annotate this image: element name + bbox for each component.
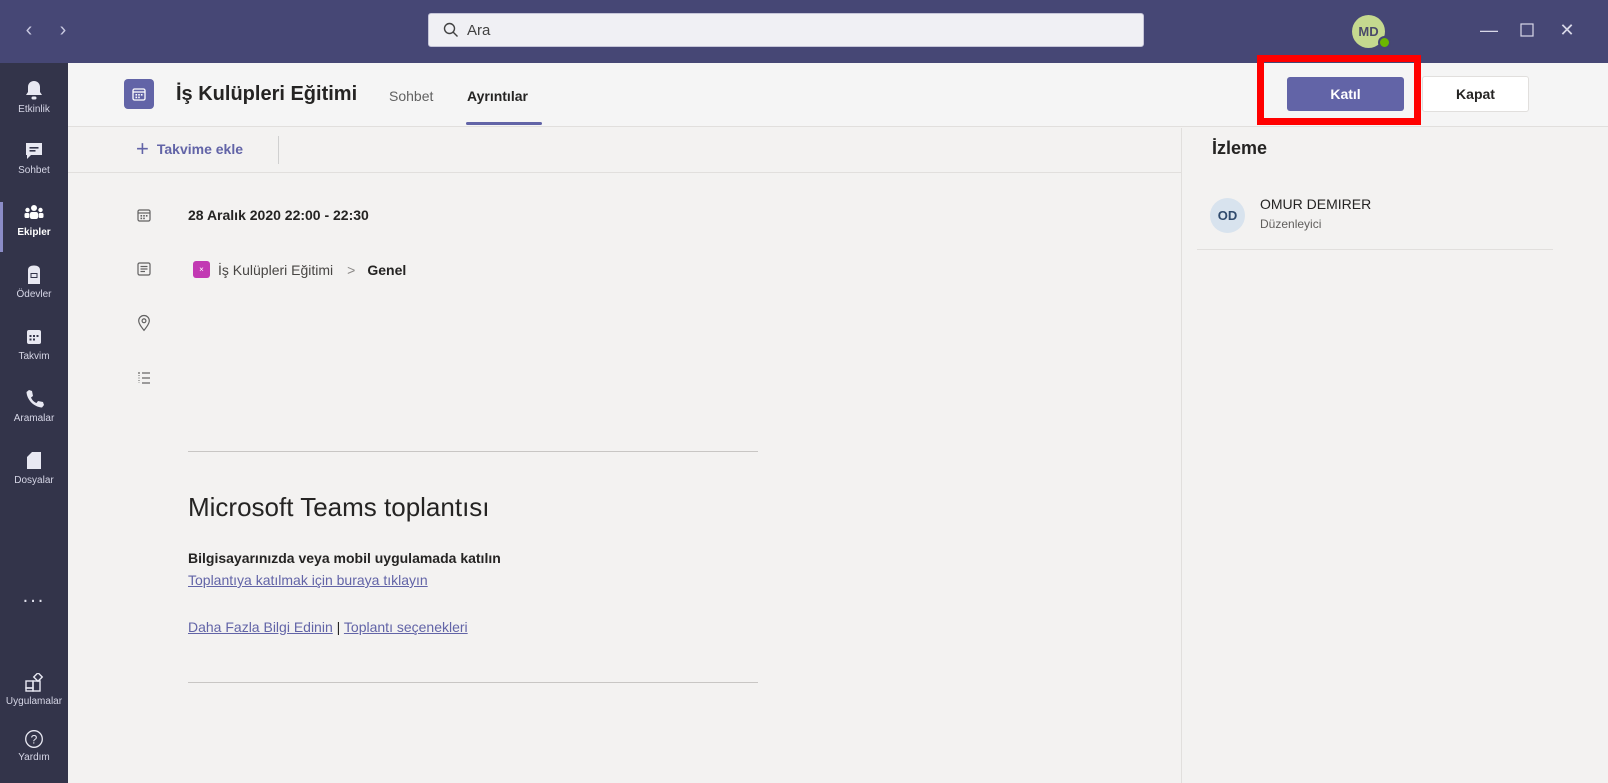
search-placeholder: Ara xyxy=(467,21,491,39)
rail-item-help[interactable]: ? Yardım xyxy=(0,721,68,783)
tab-details[interactable]: Ayrıntılar xyxy=(467,88,528,104)
details-toolbar: + Takvime ekle xyxy=(68,128,1181,173)
rail-item-apps[interactable]: Uygulamalar xyxy=(0,665,68,727)
close-window-icon[interactable]: ✕ xyxy=(1552,16,1582,44)
rail-item-teams[interactable]: Ekipler xyxy=(0,194,68,256)
help-icon: ? xyxy=(25,730,43,748)
more-apps-icon[interactable]: ... xyxy=(0,585,68,608)
rail-item-chat[interactable]: Sohbet xyxy=(0,132,68,194)
active-tab-indicator xyxy=(466,122,542,125)
meeting-options-link[interactable]: Toplantı seçenekleri xyxy=(344,619,468,635)
apps-icon xyxy=(25,673,44,692)
search-icon xyxy=(443,22,458,37)
file-icon xyxy=(27,452,41,469)
meeting-title: İş Kulüpleri Eğitimi xyxy=(176,83,358,105)
back-arrow-icon[interactable]: ‹ xyxy=(22,18,36,42)
rail-label: Dosyalar xyxy=(14,475,54,486)
app-rail: Etkinlik Sohbet Ekipler Ödevler Takvim A… xyxy=(0,63,68,783)
description-divider-bottom xyxy=(188,682,758,683)
description-list-icon xyxy=(134,368,154,388)
chat-icon xyxy=(26,143,42,159)
tab-chat[interactable]: Sohbet xyxy=(389,88,433,104)
add-to-calendar-button[interactable]: + Takvime ekle xyxy=(136,136,243,161)
teams-icon xyxy=(24,205,44,219)
rail-item-files[interactable]: Dosyalar xyxy=(0,442,68,504)
nav-arrows: ‹ › xyxy=(22,18,70,42)
attendee-item[interactable]: OD OMUR DEMIRER Düzenleyici xyxy=(1197,173,1553,250)
join-meeting-link[interactable]: Toplantıya katılmak için buraya tıklayın xyxy=(188,572,428,588)
channel-name: Genel xyxy=(367,261,407,278)
close-button[interactable]: Kapat xyxy=(1422,76,1529,112)
plus-icon: + xyxy=(136,136,149,161)
add-to-calendar-label: Takvime ekle xyxy=(156,141,243,157)
calendar-icon xyxy=(134,205,154,225)
tracking-title: İzleme xyxy=(1212,138,1268,158)
more-info-link[interactable]: Daha Fazla Bilgi Edinin xyxy=(188,619,333,635)
info-links: Daha Fazla Bilgi Edinin | Toplantı seçen… xyxy=(188,619,468,635)
teams-meeting-title: Microsoft Teams toplantısı xyxy=(188,492,490,522)
toolbar-divider xyxy=(278,136,279,164)
title-bar: ‹ › Ara MD — ✕ xyxy=(0,0,1608,63)
svg-text:?: ? xyxy=(31,733,38,747)
bell-icon xyxy=(26,81,42,100)
avatar: OD xyxy=(1210,198,1245,233)
rail-item-assignments[interactable]: Ödevler xyxy=(0,256,68,318)
location-icon xyxy=(134,313,154,333)
team-avatar-icon: × xyxy=(193,261,210,278)
meeting-calendar-icon xyxy=(124,79,154,109)
phone-icon xyxy=(26,390,44,408)
channel-breadcrumb[interactable]: × İş Kulüpleri Eğitimi > Genel xyxy=(193,261,406,278)
meeting-datetime: 28 Aralık 2020 22:00 - 22:30 xyxy=(188,207,369,223)
attendee-name: OMUR DEMIRER xyxy=(1260,196,1372,212)
rail-label: Aramalar xyxy=(13,413,55,424)
team-name: İş Kulüpleri Eğitimi xyxy=(218,261,334,278)
description-divider-top xyxy=(188,451,758,452)
attendee-role: Düzenleyici xyxy=(1260,217,1322,231)
rail-label: Uygulamalar xyxy=(5,696,63,707)
rail-label: Sohbet xyxy=(18,165,50,176)
channel-icon xyxy=(134,259,154,279)
rail-item-activity[interactable]: Etkinlik xyxy=(0,71,68,133)
assignments-icon xyxy=(28,265,40,284)
maximize-icon[interactable] xyxy=(1512,16,1542,45)
rail-label: Takvim xyxy=(18,351,50,362)
chevron-right-icon: > xyxy=(347,261,356,278)
rail-label: Ekipler xyxy=(17,227,51,238)
highlight-box xyxy=(1257,55,1421,125)
rail-label: Yardım xyxy=(18,752,50,763)
link-separator: | xyxy=(332,619,344,635)
search-input[interactable]: Ara xyxy=(428,13,1144,47)
tracking-panel: İzleme OD OMUR DEMIRER Düzenleyici xyxy=(1181,128,1608,783)
rail-label: Etkinlik xyxy=(18,104,50,115)
rail-item-calendar[interactable]: Takvim xyxy=(0,318,68,380)
meeting-header: İş Kulüpleri Eğitimi Sohbet Ayrıntılar K… xyxy=(68,55,1608,127)
rail-label: Ödevler xyxy=(16,289,52,300)
join-description: Bilgisayarınızda veya mobil uygulamada k… xyxy=(188,550,501,566)
rail-item-calls[interactable]: Aramalar xyxy=(0,380,68,442)
presence-available-icon xyxy=(1378,36,1391,49)
minimize-icon[interactable]: — xyxy=(1474,16,1504,44)
forward-arrow-icon[interactable]: › xyxy=(56,18,70,42)
calendar-icon xyxy=(27,330,41,344)
